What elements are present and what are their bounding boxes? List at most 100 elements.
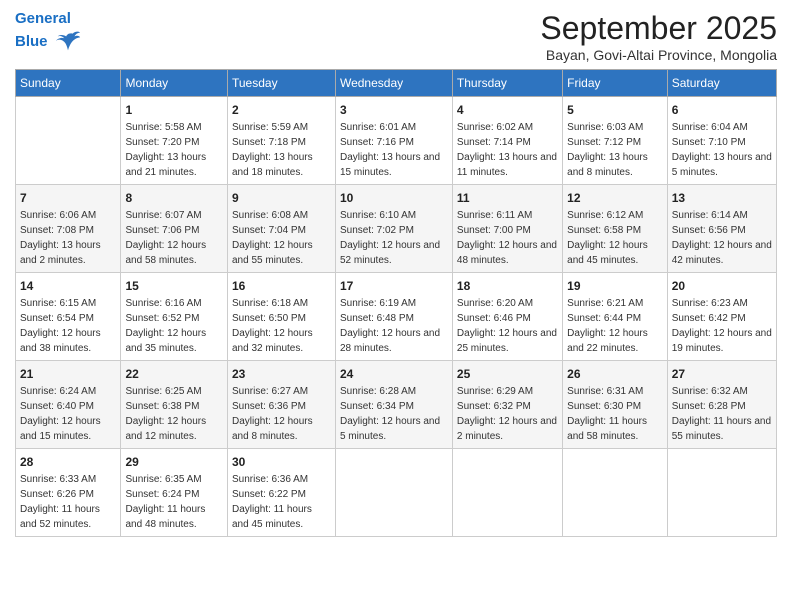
day-number: 29 bbox=[125, 453, 223, 471]
week-row-1: 1Sunrise: 5:58 AMSunset: 7:20 PMDaylight… bbox=[16, 97, 777, 185]
logo-text-line1: General bbox=[15, 10, 82, 28]
week-row-4: 21Sunrise: 6:24 AMSunset: 6:40 PMDayligh… bbox=[16, 361, 777, 449]
header-day-thursday: Thursday bbox=[452, 70, 562, 97]
calendar-cell: 20Sunrise: 6:23 AMSunset: 6:42 PMDayligh… bbox=[667, 273, 776, 361]
day-number: 25 bbox=[457, 365, 558, 383]
calendar-cell: 29Sunrise: 6:35 AMSunset: 6:24 PMDayligh… bbox=[121, 449, 228, 537]
week-row-2: 7Sunrise: 6:06 AMSunset: 7:08 PMDaylight… bbox=[16, 185, 777, 273]
day-number: 17 bbox=[340, 277, 448, 295]
calendar-cell: 4Sunrise: 6:02 AMSunset: 7:14 PMDaylight… bbox=[452, 97, 562, 185]
header-day-saturday: Saturday bbox=[667, 70, 776, 97]
calendar-cell bbox=[335, 449, 452, 537]
header-day-monday: Monday bbox=[121, 70, 228, 97]
day-number: 12 bbox=[567, 189, 663, 207]
calendar-cell: 11Sunrise: 6:11 AMSunset: 7:00 PMDayligh… bbox=[452, 185, 562, 273]
day-number: 27 bbox=[672, 365, 772, 383]
calendar-cell: 18Sunrise: 6:20 AMSunset: 6:46 PMDayligh… bbox=[452, 273, 562, 361]
day-info: Sunrise: 6:32 AMSunset: 6:28 PMDaylight:… bbox=[672, 384, 772, 444]
day-info: Sunrise: 6:12 AMSunset: 6:58 PMDaylight:… bbox=[567, 208, 663, 268]
day-info: Sunrise: 6:04 AMSunset: 7:10 PMDaylight:… bbox=[672, 120, 772, 180]
day-number: 26 bbox=[567, 365, 663, 383]
day-number: 5 bbox=[567, 101, 663, 119]
day-info: Sunrise: 6:02 AMSunset: 7:14 PMDaylight:… bbox=[457, 120, 558, 180]
day-info: Sunrise: 6:33 AMSunset: 6:26 PMDaylight:… bbox=[20, 472, 116, 532]
header-day-sunday: Sunday bbox=[16, 70, 121, 97]
week-row-3: 14Sunrise: 6:15 AMSunset: 6:54 PMDayligh… bbox=[16, 273, 777, 361]
day-number: 13 bbox=[672, 189, 772, 207]
subtitle: Bayan, Govi-Altai Province, Mongolia bbox=[540, 47, 777, 63]
header-day-tuesday: Tuesday bbox=[227, 70, 335, 97]
day-info: Sunrise: 6:23 AMSunset: 6:42 PMDaylight:… bbox=[672, 296, 772, 356]
day-info: Sunrise: 6:14 AMSunset: 6:56 PMDaylight:… bbox=[672, 208, 772, 268]
day-info: Sunrise: 6:16 AMSunset: 6:52 PMDaylight:… bbox=[125, 296, 223, 356]
day-number: 15 bbox=[125, 277, 223, 295]
day-number: 7 bbox=[20, 189, 116, 207]
calendar-cell: 9Sunrise: 6:08 AMSunset: 7:04 PMDaylight… bbox=[227, 185, 335, 273]
day-info: Sunrise: 6:03 AMSunset: 7:12 PMDaylight:… bbox=[567, 120, 663, 180]
day-info: Sunrise: 6:06 AMSunset: 7:08 PMDaylight:… bbox=[20, 208, 116, 268]
day-number: 22 bbox=[125, 365, 223, 383]
day-info: Sunrise: 6:10 AMSunset: 7:02 PMDaylight:… bbox=[340, 208, 448, 268]
day-info: Sunrise: 6:08 AMSunset: 7:04 PMDaylight:… bbox=[232, 208, 331, 268]
calendar-cell: 10Sunrise: 6:10 AMSunset: 7:02 PMDayligh… bbox=[335, 185, 452, 273]
calendar-cell: 14Sunrise: 6:15 AMSunset: 6:54 PMDayligh… bbox=[16, 273, 121, 361]
calendar-cell: 17Sunrise: 6:19 AMSunset: 6:48 PMDayligh… bbox=[335, 273, 452, 361]
day-number: 20 bbox=[672, 277, 772, 295]
calendar-cell: 8Sunrise: 6:07 AMSunset: 7:06 PMDaylight… bbox=[121, 185, 228, 273]
day-number: 19 bbox=[567, 277, 663, 295]
day-info: Sunrise: 6:07 AMSunset: 7:06 PMDaylight:… bbox=[125, 208, 223, 268]
calendar-cell: 27Sunrise: 6:32 AMSunset: 6:28 PMDayligh… bbox=[667, 361, 776, 449]
day-number: 21 bbox=[20, 365, 116, 383]
day-info: Sunrise: 6:20 AMSunset: 6:46 PMDaylight:… bbox=[457, 296, 558, 356]
calendar-cell: 21Sunrise: 6:24 AMSunset: 6:40 PMDayligh… bbox=[16, 361, 121, 449]
day-info: Sunrise: 6:15 AMSunset: 6:54 PMDaylight:… bbox=[20, 296, 116, 356]
calendar-cell bbox=[452, 449, 562, 537]
day-number: 9 bbox=[232, 189, 331, 207]
day-info: Sunrise: 6:28 AMSunset: 6:34 PMDaylight:… bbox=[340, 384, 448, 444]
day-info: Sunrise: 6:35 AMSunset: 6:24 PMDaylight:… bbox=[125, 472, 223, 532]
calendar-cell: 16Sunrise: 6:18 AMSunset: 6:50 PMDayligh… bbox=[227, 273, 335, 361]
day-number: 8 bbox=[125, 189, 223, 207]
calendar-cell: 7Sunrise: 6:06 AMSunset: 7:08 PMDaylight… bbox=[16, 185, 121, 273]
logo: General Blue bbox=[15, 10, 82, 56]
main-title: September 2025 bbox=[540, 10, 777, 47]
calendar-cell: 1Sunrise: 5:58 AMSunset: 7:20 PMDaylight… bbox=[121, 97, 228, 185]
calendar-cell: 2Sunrise: 5:59 AMSunset: 7:18 PMDaylight… bbox=[227, 97, 335, 185]
day-number: 14 bbox=[20, 277, 116, 295]
calendar-cell: 5Sunrise: 6:03 AMSunset: 7:12 PMDaylight… bbox=[563, 97, 668, 185]
calendar-cell: 30Sunrise: 6:36 AMSunset: 6:22 PMDayligh… bbox=[227, 449, 335, 537]
calendar-table: SundayMondayTuesdayWednesdayThursdayFrid… bbox=[15, 69, 777, 537]
day-info: Sunrise: 6:19 AMSunset: 6:48 PMDaylight:… bbox=[340, 296, 448, 356]
header-row: SundayMondayTuesdayWednesdayThursdayFrid… bbox=[16, 70, 777, 97]
day-number: 3 bbox=[340, 101, 448, 119]
day-info: Sunrise: 6:29 AMSunset: 6:32 PMDaylight:… bbox=[457, 384, 558, 444]
header-day-friday: Friday bbox=[563, 70, 668, 97]
day-number: 10 bbox=[340, 189, 448, 207]
day-info: Sunrise: 6:21 AMSunset: 6:44 PMDaylight:… bbox=[567, 296, 663, 356]
day-number: 28 bbox=[20, 453, 116, 471]
calendar-cell: 22Sunrise: 6:25 AMSunset: 6:38 PMDayligh… bbox=[121, 361, 228, 449]
day-info: Sunrise: 5:58 AMSunset: 7:20 PMDaylight:… bbox=[125, 120, 223, 180]
day-info: Sunrise: 6:24 AMSunset: 6:40 PMDaylight:… bbox=[20, 384, 116, 444]
calendar-cell: 25Sunrise: 6:29 AMSunset: 6:32 PMDayligh… bbox=[452, 361, 562, 449]
day-info: Sunrise: 6:36 AMSunset: 6:22 PMDaylight:… bbox=[232, 472, 331, 532]
calendar-cell: 6Sunrise: 6:04 AMSunset: 7:10 PMDaylight… bbox=[667, 97, 776, 185]
day-number: 24 bbox=[340, 365, 448, 383]
calendar-cell: 12Sunrise: 6:12 AMSunset: 6:58 PMDayligh… bbox=[563, 185, 668, 273]
calendar-cell: 23Sunrise: 6:27 AMSunset: 6:36 PMDayligh… bbox=[227, 361, 335, 449]
day-number: 2 bbox=[232, 101, 331, 119]
day-info: Sunrise: 6:01 AMSunset: 7:16 PMDaylight:… bbox=[340, 120, 448, 180]
day-number: 18 bbox=[457, 277, 558, 295]
logo-bird-icon bbox=[54, 28, 82, 56]
calendar-cell: 3Sunrise: 6:01 AMSunset: 7:16 PMDaylight… bbox=[335, 97, 452, 185]
week-row-5: 28Sunrise: 6:33 AMSunset: 6:26 PMDayligh… bbox=[16, 449, 777, 537]
calendar-cell: 24Sunrise: 6:28 AMSunset: 6:34 PMDayligh… bbox=[335, 361, 452, 449]
title-block: September 2025 Bayan, Govi-Altai Provinc… bbox=[540, 10, 777, 63]
day-info: Sunrise: 5:59 AMSunset: 7:18 PMDaylight:… bbox=[232, 120, 331, 180]
calendar-cell: 26Sunrise: 6:31 AMSunset: 6:30 PMDayligh… bbox=[563, 361, 668, 449]
day-info: Sunrise: 6:31 AMSunset: 6:30 PMDaylight:… bbox=[567, 384, 663, 444]
calendar-cell: 28Sunrise: 6:33 AMSunset: 6:26 PMDayligh… bbox=[16, 449, 121, 537]
day-info: Sunrise: 6:18 AMSunset: 6:50 PMDaylight:… bbox=[232, 296, 331, 356]
calendar-cell: 13Sunrise: 6:14 AMSunset: 6:56 PMDayligh… bbox=[667, 185, 776, 273]
day-info: Sunrise: 6:25 AMSunset: 6:38 PMDaylight:… bbox=[125, 384, 223, 444]
